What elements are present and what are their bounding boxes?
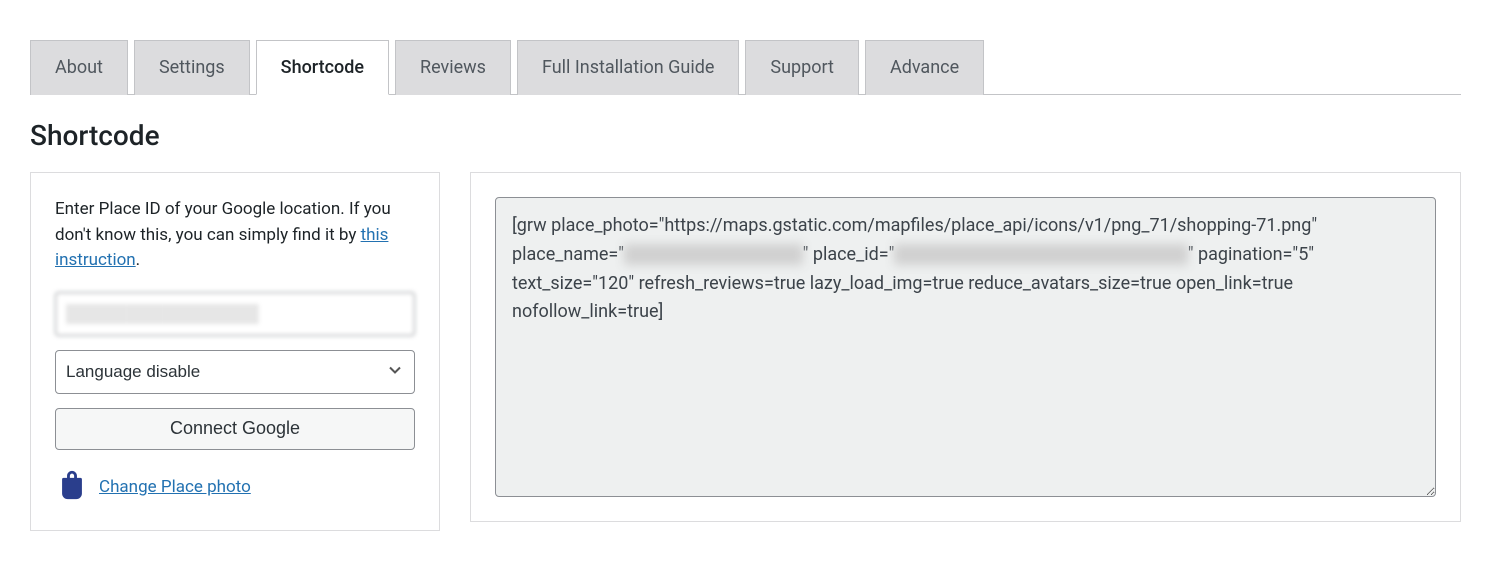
shopping-bag-icon [55,468,89,506]
tab-reviews[interactable]: Reviews [395,40,511,95]
place-name-redacted: ██████████████ [624,244,803,265]
intro-text: Enter Place ID of your Google location. … [55,197,415,274]
place-id-redacted: ███████████████████████ [894,244,1187,265]
page-title: Shortcode [30,119,1461,152]
tab-advance[interactable]: Advance [865,40,984,95]
place-id-input[interactable] [55,292,415,336]
tab-settings[interactable]: Settings [134,40,250,95]
tab-shortcode[interactable]: Shortcode [256,40,389,95]
shortcode-panel: [grw place_photo="https://maps.gstatic.c… [470,172,1461,522]
intro-part2: . [136,250,140,270]
tabs: About Settings Shortcode Reviews Full In… [30,40,1461,95]
settings-panel: Enter Place ID of your Google location. … [30,172,440,531]
change-place-photo-link[interactable]: Change Place photo [99,477,251,497]
tab-full-installation-guide[interactable]: Full Installation Guide [517,40,739,95]
tab-support[interactable]: Support [745,40,859,95]
language-select[interactable]: Language disable [55,350,415,394]
tab-about[interactable]: About [30,40,128,95]
connect-google-button[interactable]: Connect Google [55,408,415,450]
shortcode-text-mid: " place_id=" [803,244,895,265]
intro-part1: Enter Place ID of your Google location. … [55,199,391,245]
shortcode-output[interactable]: [grw place_photo="https://maps.gstatic.c… [495,197,1436,497]
